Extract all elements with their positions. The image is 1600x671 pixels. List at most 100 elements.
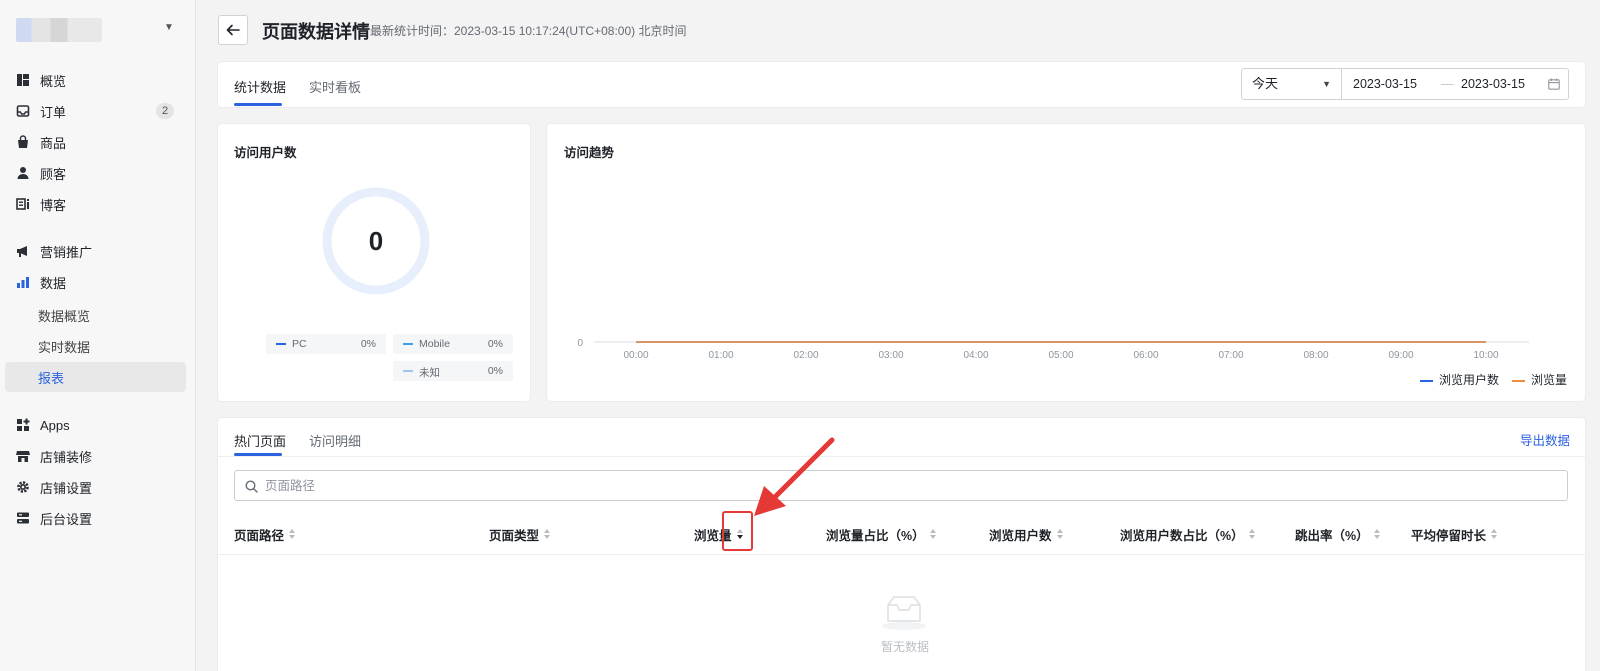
date-range-select[interactable]: 今天 ▼	[1241, 68, 1342, 100]
tab-statistics[interactable]: 统计数据	[234, 77, 286, 96]
calendar-icon	[1548, 78, 1560, 90]
trend-legend-visitors[interactable]: 浏览用户数	[1420, 371, 1499, 388]
column-header-label: 平均停留时长	[1411, 529, 1487, 543]
sidebar-item-customers[interactable]: 顾客	[0, 158, 196, 188]
legend-label: PC	[292, 338, 307, 350]
store-icon	[16, 449, 30, 463]
x-tick-label: 05:00	[1048, 350, 1073, 361]
column-header-bounce-rate[interactable]: 跳出率（%）	[1295, 525, 1381, 544]
last-updated-time: 最新统计时间：2023-03-15 10:17:24(UTC+08:00) 北京…	[370, 24, 687, 38]
column-header-avg-duration[interactable]: 平均停留时长	[1411, 525, 1498, 544]
x-tick-label: 09:00	[1388, 350, 1413, 361]
x-tick-label: 06:00	[1133, 350, 1158, 361]
tab-hot-pages[interactable]: 热门页面	[234, 431, 286, 450]
x-tick-label: 01:00	[708, 350, 733, 361]
annotation-arrow-icon	[754, 437, 835, 516]
sidebar-item-data[interactable]: 数据	[0, 267, 196, 297]
sort-icon[interactable]	[288, 529, 296, 540]
sidebar-item-label: 店铺设置	[40, 480, 93, 496]
sidebar-item-label: 营销推广	[40, 244, 93, 260]
legend-label: 浏览用户数	[1439, 373, 1500, 387]
column-header-page-type[interactable]: 页面类型	[489, 525, 551, 544]
x-tick-label: 07:00	[1218, 350, 1243, 361]
sort-icon[interactable]	[1056, 529, 1064, 540]
date-range-select-value: 今天	[1252, 76, 1279, 91]
sidebar-item-label: 后台设置	[40, 511, 93, 527]
column-header-label: 浏览用户数占比（%）	[1120, 529, 1244, 543]
sidebar: ▼ 概览 订单 2 商品 顾客 博客 营销推广 数据 数据概览 实时数据 报表 …	[0, 0, 196, 671]
sidebar-item-store-design[interactable]: 店铺装修	[0, 441, 196, 471]
sidebar-item-label: Apps	[40, 417, 70, 433]
sidebar-item-label: 数据	[40, 275, 67, 291]
x-tick-label: 08:00	[1303, 350, 1328, 361]
column-header-page-view-ratio[interactable]: 浏览量占比（%）	[826, 525, 937, 544]
sidebar-item-apps[interactable]: Apps	[0, 410, 196, 440]
column-header-visitor-ratio[interactable]: 浏览用户数占比（%）	[1120, 525, 1256, 544]
page-path-search[interactable]	[234, 470, 1568, 501]
sort-icon[interactable]	[1373, 529, 1381, 540]
sidebar-item-label: 店铺装修	[40, 449, 93, 465]
sidebar-subitem-realtime[interactable]: 实时数据	[5, 331, 186, 361]
gear-icon	[16, 480, 30, 494]
chevron-down-icon[interactable]: ▼	[164, 22, 174, 33]
sidebar-item-label: 概览	[40, 73, 67, 89]
blog-icon	[16, 197, 30, 211]
x-tick-label: 10:00	[1473, 350, 1498, 361]
search-input[interactable]	[265, 476, 1555, 496]
sidebar-item-marketing[interactable]: 营销推广	[0, 236, 196, 266]
store-switcher[interactable]: ▼	[16, 14, 176, 44]
sidebar-item-orders[interactable]: 订单 2	[0, 96, 196, 126]
column-header-label: 浏览量占比（%）	[826, 529, 925, 543]
start-date[interactable]: 2023-03-15	[1353, 77, 1417, 91]
column-header-label: 跳出率（%）	[1295, 529, 1369, 543]
legend-label: 未知	[419, 367, 440, 379]
sidebar-subitem-data-overview[interactable]: 数据概览	[5, 300, 186, 330]
sidebar-item-label: 博客	[40, 197, 67, 213]
bar-chart-icon	[16, 275, 30, 289]
legend-swatch	[1420, 379, 1433, 382]
x-tick-label: 00:00	[623, 350, 648, 361]
column-header-visitors[interactable]: 浏览用户数	[989, 525, 1064, 544]
page-title: 页面数据详情	[262, 22, 370, 42]
inbox-icon	[16, 104, 30, 118]
column-header-page-path[interactable]: 页面路径	[234, 525, 296, 544]
x-tick-label: 02:00	[793, 350, 818, 361]
sidebar-item-store-settings[interactable]: 店铺设置	[0, 472, 196, 502]
sidebar-item-overview[interactable]: 概览	[0, 65, 196, 95]
highlight-box	[722, 511, 753, 551]
sidebar-item-blog[interactable]: 博客	[0, 189, 196, 219]
apps-icon	[16, 418, 30, 432]
legend-swatch	[403, 370, 413, 372]
legend-pct: 0%	[487, 365, 503, 377]
legend-pct: 0%	[360, 338, 376, 350]
sort-icon[interactable]	[1248, 529, 1256, 540]
sort-icon[interactable]	[929, 529, 937, 540]
trend-legend-pageviews[interactable]: 浏览量	[1512, 371, 1567, 388]
x-tick-label: 03:00	[878, 350, 903, 361]
arrow-left-icon	[226, 24, 240, 36]
sort-icon[interactable]	[1490, 529, 1498, 540]
legend-swatch	[276, 343, 286, 345]
end-date[interactable]: 2023-03-15	[1461, 77, 1525, 91]
tab-realtime-board[interactable]: 实时看板	[309, 77, 361, 96]
column-header-label: 浏览用户数	[989, 529, 1052, 543]
table-header-divider	[218, 554, 1585, 555]
legend-label: 浏览量	[1531, 373, 1568, 387]
sidebar-subitem-label: 报表	[38, 370, 65, 386]
store-logo	[16, 18, 102, 42]
tab-active-indicator	[234, 103, 282, 106]
sidebar-subitem-label: 数据概览	[38, 308, 91, 324]
sidebar-subitem-reports[interactable]: 报表	[5, 362, 186, 392]
sort-icon[interactable]	[543, 529, 551, 540]
date-range-picker[interactable]: 2023-03-15 — 2023-03-15	[1341, 68, 1569, 100]
visit-trend-chart: 0 00:00 01:00 02:00 03:00 04:00 05:00 06:00 07:0…	[577, 338, 1529, 361]
legend-pct: 0%	[487, 338, 503, 350]
sidebar-item-products[interactable]: 商品	[0, 127, 196, 157]
export-data-link[interactable]: 导出数据	[1520, 430, 1570, 449]
tab-visit-details[interactable]: 访问明细	[309, 431, 361, 450]
sidebar-item-admin-settings[interactable]: 后台设置	[0, 503, 196, 533]
empty-state-text: 暂无数据	[881, 640, 930, 654]
back-button[interactable]	[218, 15, 248, 45]
chevron-down-icon: ▼	[1322, 79, 1331, 89]
overview-icon	[16, 73, 30, 87]
